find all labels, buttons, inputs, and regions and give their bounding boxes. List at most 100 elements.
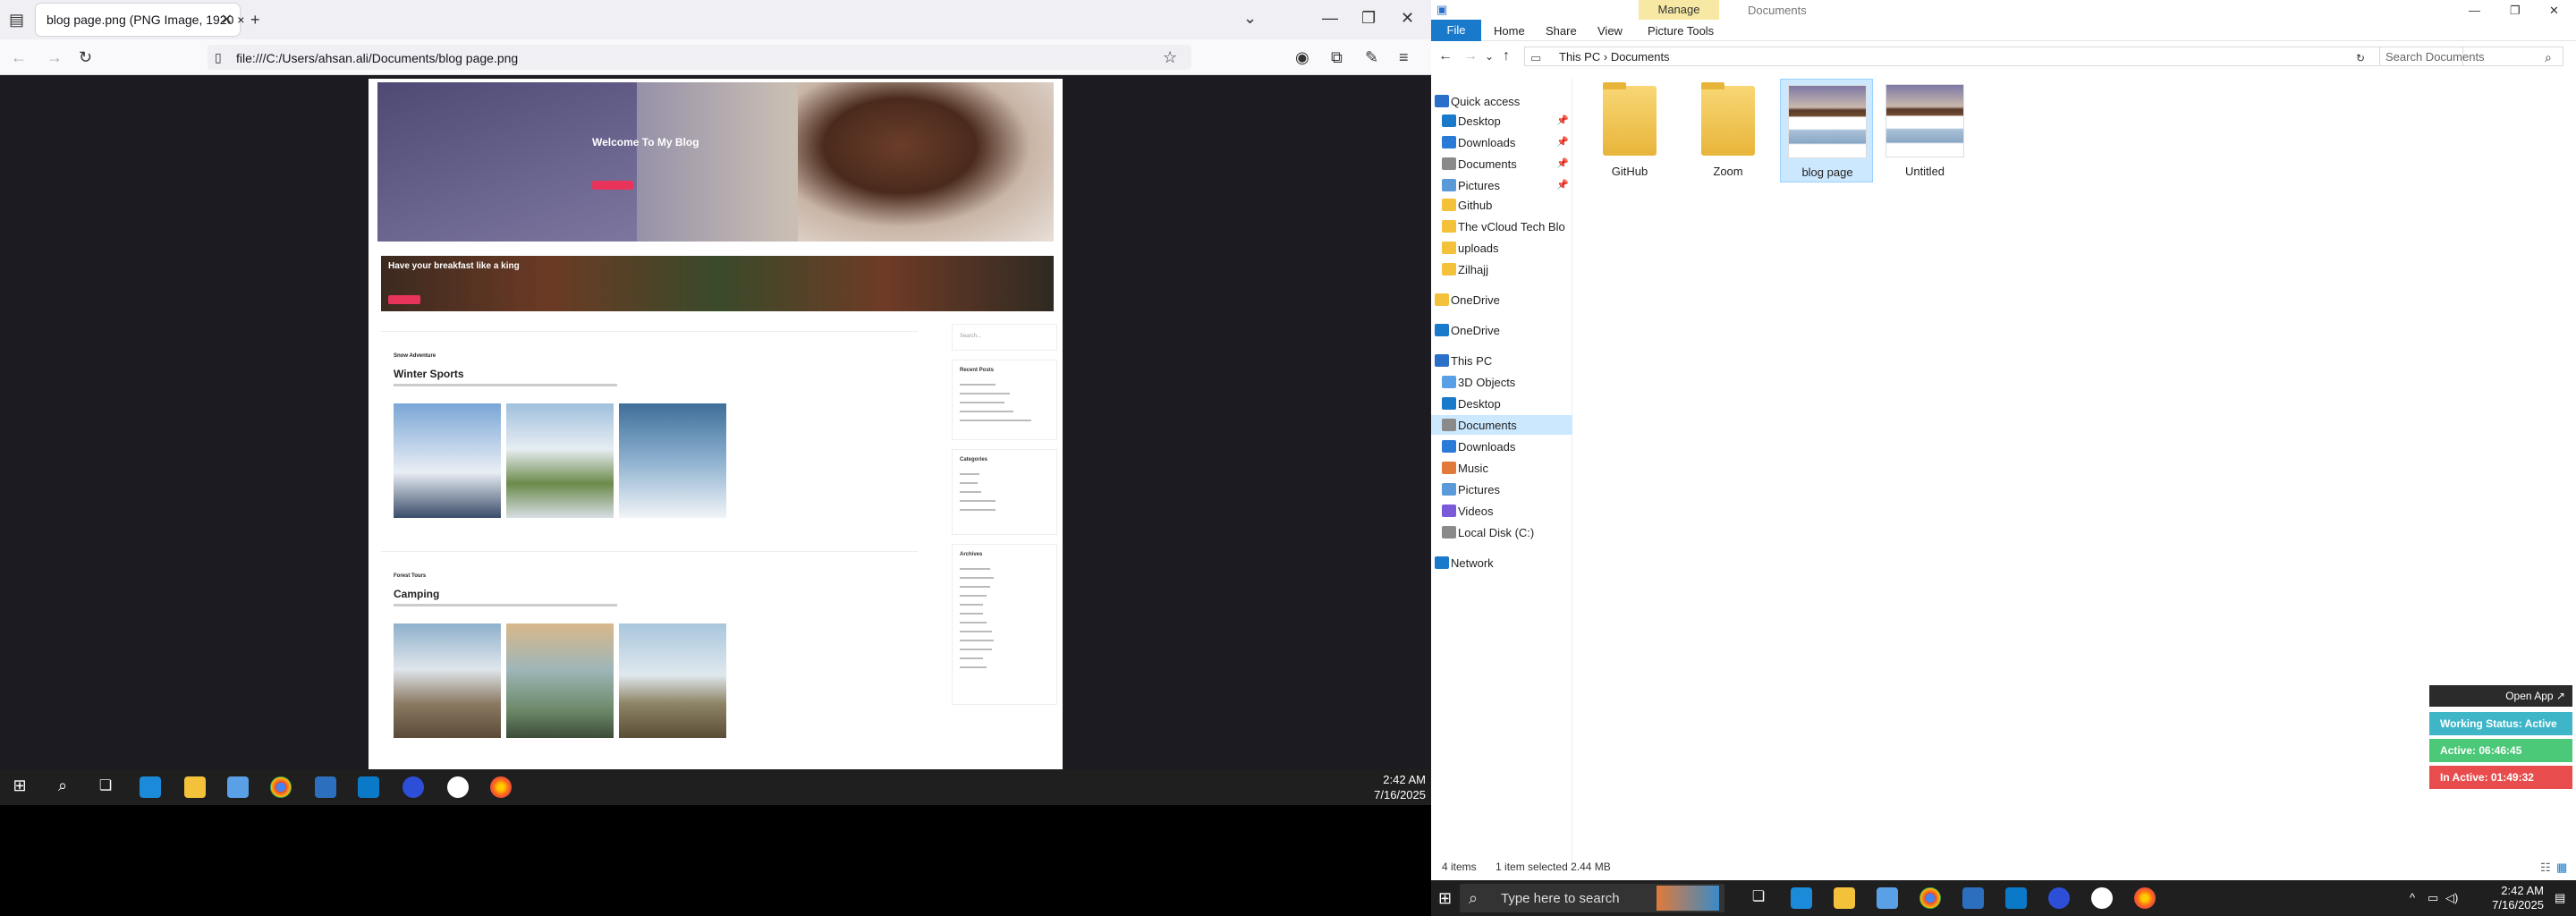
edge-icon[interactable]: [1791, 887, 1812, 909]
quick-access-toolbar-icon[interactable]: ▣: [1436, 1, 1447, 19]
file-explorer-icon[interactable]: [184, 776, 206, 798]
task-view-icon[interactable]: ❏: [95, 776, 116, 798]
banner-button: [388, 295, 420, 304]
nav-item-local-disk-c[interactable]: Local Disk (C:): [1431, 522, 1572, 542]
file-explorer-icon[interactable]: [1834, 887, 1855, 909]
nav-item-pictures[interactable]: Pictures 📌: [1431, 175, 1572, 195]
task-view-icon[interactable]: ❏: [1748, 887, 1769, 909]
new-tab-icon[interactable]: +: [250, 11, 260, 29]
up-icon[interactable]: ↑: [1503, 47, 1510, 65]
nav-item-documents[interactable]: Documents: [1431, 415, 1572, 435]
breadcrumb-documents[interactable]: Documents: [1611, 50, 1670, 64]
app-icon[interactable]: [447, 776, 469, 798]
search-icon: ⌕: [2545, 50, 2552, 64]
nav-item-downloads[interactable]: Downloads 📌: [1431, 132, 1572, 152]
nav-item-videos[interactable]: Videos: [1431, 501, 1572, 521]
inactive-time: In Active: 01:49:32: [2429, 766, 2572, 789]
breadcrumb-this-pc[interactable]: This PC: [1559, 50, 1600, 64]
reload-icon[interactable]: ↻: [79, 48, 92, 66]
nav-item-the-vcloud-tech-blo[interactable]: The vCloud Tech Blo: [1431, 216, 1572, 236]
maximize-icon[interactable]: ❐: [2510, 2, 2521, 20]
open-app-button[interactable]: Open App ↗: [2429, 685, 2572, 707]
details-view-icon[interactable]: ☷: [2540, 859, 2551, 877]
file-untitled[interactable]: Untitled: [1878, 79, 1971, 182]
tab-overflow-chevron-icon[interactable]: ⌄: [1243, 9, 1257, 27]
nav-item-onedrive[interactable]: OneDrive: [1431, 290, 1572, 310]
tab-home[interactable]: Home: [1494, 24, 1525, 38]
account-icon[interactable]: ◉: [1295, 48, 1309, 66]
store-icon[interactable]: [1877, 887, 1898, 909]
firefox-icon[interactable]: [490, 776, 512, 798]
maximize-icon[interactable]: ❐: [1361, 9, 1376, 27]
chrome-icon[interactable]: [1919, 887, 1941, 909]
tab-picture-tools[interactable]: Picture Tools: [1648, 24, 1714, 38]
nav-item-label: Github: [1458, 199, 1493, 212]
chrome-icon[interactable]: [270, 776, 292, 798]
notification-icon[interactable]: ▤: [2555, 889, 2565, 907]
volume-icon[interactable]: ◁): [2445, 889, 2458, 907]
folder-github[interactable]: GitHub: [1583, 79, 1676, 182]
nav-item-3d-objects[interactable]: 3D Objects: [1431, 372, 1572, 392]
refresh-icon[interactable]: ↻: [2356, 49, 2365, 67]
tab-share[interactable]: Share: [1546, 24, 1577, 38]
tab-file[interactable]: File: [1431, 20, 1481, 41]
search-box[interactable]: Search Documents ⌕: [2379, 47, 2563, 66]
search-icon[interactable]: ⌕: [52, 776, 73, 798]
vscode-icon[interactable]: [358, 776, 379, 798]
url-bar[interactable]: ▯ file:///C:/Users/ahsan.ali/Documents/b…: [208, 45, 1191, 70]
nav-item-uploads[interactable]: uploads: [1431, 238, 1572, 258]
explorer-title-bar: ▣ Manage Documents — ❐ ✕: [1431, 0, 2576, 20]
taskbar-search[interactable]: ⌕ Type here to search: [1460, 884, 1724, 912]
customize-icon[interactable]: ✎: [1365, 48, 1378, 66]
close-window-icon[interactable]: ✕: [1401, 9, 1414, 27]
app-icon[interactable]: [2091, 887, 2113, 909]
tab-view[interactable]: View: [1597, 24, 1623, 38]
edge-icon[interactable]: [140, 776, 161, 798]
nav-item-onedrive[interactable]: OneDrive: [1431, 320, 1572, 340]
tab-list-icon[interactable]: ▤: [9, 11, 24, 29]
app-icon[interactable]: [1962, 887, 1984, 909]
nav-item-desktop[interactable]: Desktop: [1431, 394, 1572, 413]
clock[interactable]: 2:42 AM 7/16/2025: [1374, 772, 1426, 802]
tray-chevron-icon[interactable]: ^: [2410, 889, 2415, 907]
menu-icon[interactable]: ≡: [1399, 48, 1409, 66]
file-blog-page[interactable]: blog page: [1780, 79, 1873, 182]
nav-item-desktop[interactable]: Desktop 📌: [1431, 111, 1572, 131]
nav-item-music[interactable]: Music: [1431, 458, 1572, 478]
folder-zoom[interactable]: Zoom: [1682, 79, 1775, 182]
nav-item-documents[interactable]: Documents 📌: [1431, 154, 1572, 174]
back-icon[interactable]: ←: [11, 48, 27, 66]
recent-locations-icon[interactable]: ⌄: [1485, 47, 1494, 65]
banner-title: Have your breakfast like a king: [388, 261, 520, 271]
nav-item-zilhajj[interactable]: Zilhajj: [1431, 259, 1572, 279]
store-icon[interactable]: [227, 776, 249, 798]
zoom-icon[interactable]: [402, 776, 424, 798]
back-icon[interactable]: ←: [1438, 47, 1453, 65]
minimize-icon[interactable]: —: [1322, 9, 1338, 27]
windows-start-icon[interactable]: ⊞: [9, 776, 30, 798]
vscode-icon[interactable]: [2005, 887, 2027, 909]
nav-item-quick-access[interactable]: Quick access: [1431, 91, 1572, 111]
nav-item-this-pc[interactable]: This PC: [1431, 351, 1572, 370]
extensions-icon[interactable]: ⧉: [1331, 48, 1343, 66]
zoom-icon[interactable]: [2048, 887, 2070, 909]
manage-context-tab[interactable]: Manage: [1639, 0, 1719, 20]
address-bar[interactable]: ▭ This PC › Documents: [1524, 47, 2463, 66]
clock[interactable]: 2:42 AM 7/16/2025: [2492, 884, 2544, 912]
nav-item-network[interactable]: Network: [1431, 553, 1572, 572]
app-icon[interactable]: [315, 776, 336, 798]
forward-icon[interactable]: →: [1463, 47, 1478, 65]
network-icon[interactable]: ▭: [2428, 889, 2438, 907]
firefox-icon[interactable]: [2134, 887, 2156, 909]
close-tab-icon[interactable]: ✕: [221, 11, 233, 29]
close-window-icon[interactable]: ✕: [2549, 2, 2559, 20]
forward-icon[interactable]: →: [47, 48, 63, 66]
nav-item-github[interactable]: Github: [1431, 195, 1572, 215]
nav-item-pictures[interactable]: Pictures: [1431, 479, 1572, 499]
nav-item-downloads[interactable]: Downloads: [1431, 437, 1572, 456]
windows-start-icon[interactable]: ⊞: [1438, 889, 1456, 907]
large-icons-view-icon[interactable]: ▦: [2556, 859, 2567, 877]
browser-tab[interactable]: blog page.png (PNG Image, 1920 × ✕: [36, 4, 244, 36]
minimize-icon[interactable]: —: [2469, 2, 2480, 20]
bookmark-star-icon[interactable]: ☆: [1163, 48, 1177, 66]
